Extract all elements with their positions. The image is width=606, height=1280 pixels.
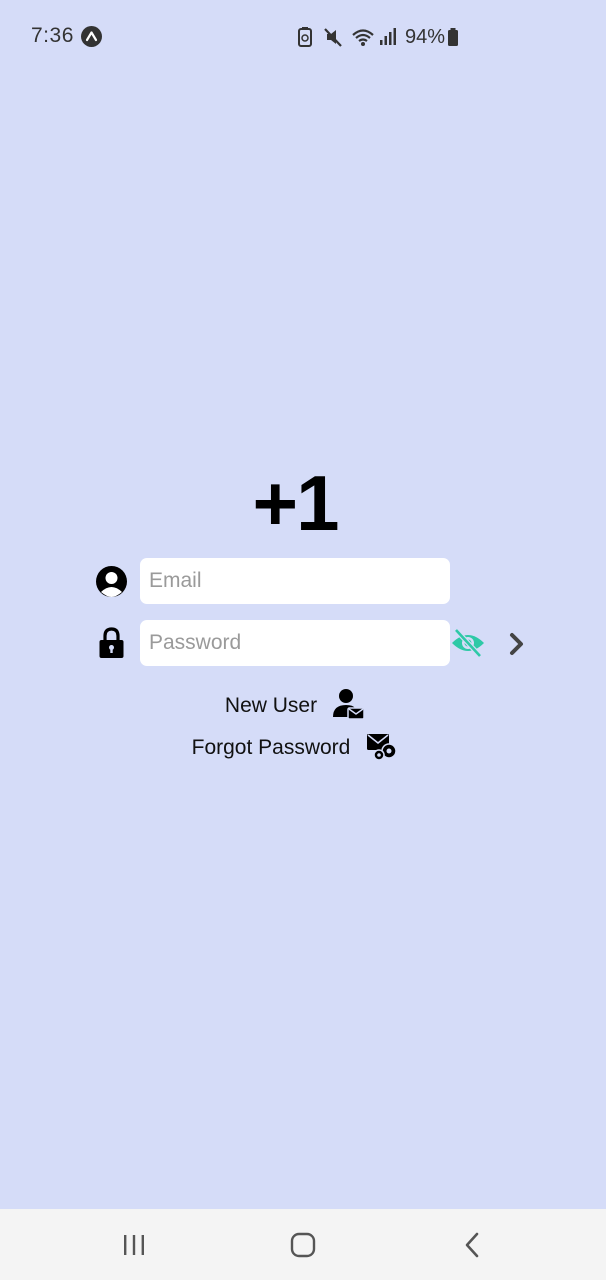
wifi-icon [351,26,375,48]
home-button[interactable] [248,1209,358,1280]
mute-icon [323,26,343,48]
new-user-label: New User [224,694,318,717]
recent-apps-icon [124,1234,144,1255]
battery-percent: 94% [405,25,446,48]
email-field[interactable] [140,558,450,604]
mail-settings-icon [366,731,398,766]
add-user-mail-icon [333,688,365,725]
forgot-password-link[interactable]: Forgot Password [0,730,590,766]
back-button[interactable] [418,1209,528,1280]
navigation-bar [0,1209,606,1280]
status-bar: 7:36 94% [0,0,606,72]
submit-button[interactable] [506,630,528,658]
app-logo: +1 [252,459,340,547]
chevron-right-icon [510,633,523,655]
status-time: 7:36 [31,24,74,47]
forgot-password-label: Forgot Password [191,736,351,759]
back-icon [465,1232,479,1257]
toggle-password-visibility-button[interactable] [450,628,486,658]
home-icon [290,1232,316,1257]
recent-apps-button[interactable] [79,1209,189,1280]
battery-icon [447,26,459,48]
battery-saver-icon [297,26,313,48]
eye-off-icon [452,628,484,658]
status-icons: 94% [297,24,459,50]
new-user-link[interactable]: New User [0,688,590,724]
password-field[interactable] [140,620,450,666]
signal-icon [379,26,397,48]
app-notification-icon [81,26,102,47]
lock-icon [99,627,124,664]
user-icon [96,566,127,602]
